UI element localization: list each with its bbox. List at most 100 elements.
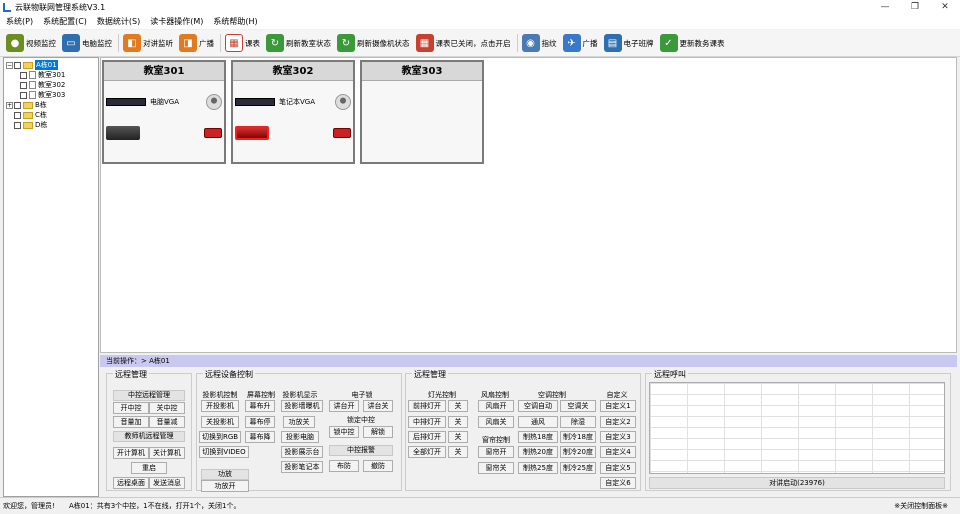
volume-up-button[interactable]: 音量加 xyxy=(113,416,149,428)
curtain-close-button[interactable]: 窗帘关 xyxy=(478,462,514,474)
close-center-button[interactable]: 关中控 xyxy=(149,402,185,414)
screen-stop-button[interactable]: 幕布停 xyxy=(245,416,275,428)
pc-monitor-button[interactable]: ▭ 电脑监控 xyxy=(62,32,112,54)
tree-checkbox[interactable] xyxy=(14,101,21,109)
remote-desktop-button[interactable]: 远程桌面 xyxy=(113,477,149,489)
project-stage-button[interactable]: 投影展示台 xyxy=(281,446,323,458)
intercom-button[interactable]: ◧ 对讲监听 xyxy=(123,32,173,54)
projector-icon[interactable] xyxy=(106,126,140,140)
custom-3-button[interactable]: 自定义3 xyxy=(600,431,636,443)
fan-on-button[interactable]: 风扇开 xyxy=(478,400,514,412)
projection-wall-button[interactable]: 投影墙曝机 xyxy=(281,400,323,412)
controller-icon[interactable] xyxy=(204,128,222,138)
restart-button[interactable]: 重启 xyxy=(131,462,167,474)
room-card-301[interactable]: 教室301 电脑VGA xyxy=(102,60,226,164)
tree-node-building[interactable]: C栋 xyxy=(6,110,96,120)
update-schedule-button[interactable]: ✓ 更新教务课表 xyxy=(659,32,725,54)
tree-checkbox[interactable] xyxy=(20,71,27,79)
video-monitor-button[interactable]: ● 视频监控 xyxy=(6,32,56,54)
tree-node-room[interactable]: 教室301 xyxy=(6,70,96,80)
project-pc-button[interactable]: 投影电脑 xyxy=(281,431,319,443)
menu-system[interactable]: 系统(P) xyxy=(6,16,33,27)
camera-device-icon[interactable] xyxy=(335,94,351,110)
pc-off-button[interactable]: 关计算机 xyxy=(149,447,185,459)
ac-ventilate-button[interactable]: 通风 xyxy=(518,416,558,428)
podium-close-button[interactable]: 讲台关 xyxy=(363,400,393,412)
ac-heat-18-button[interactable]: 制热18度 xyxy=(518,431,558,443)
tree-checkbox[interactable] xyxy=(20,81,27,89)
ac-cool-25-button[interactable]: 制冷25度 xyxy=(560,462,596,474)
custom-6-button[interactable]: 自定义6 xyxy=(600,477,636,489)
middle-light-on-button[interactable]: 中排灯开 xyxy=(408,416,446,428)
room-card-303[interactable]: 教室303 xyxy=(360,60,484,164)
back-light-off-button[interactable]: 关 xyxy=(448,431,468,443)
schedule-button[interactable]: ▦ 课表 xyxy=(225,32,260,54)
tree-node-root[interactable]: − A栋01 xyxy=(6,60,96,70)
tree-node-building[interactable]: D栋 xyxy=(6,120,96,130)
amp-on-button[interactable]: 功放开 xyxy=(201,480,249,492)
lock-center-button[interactable]: 锁中控 xyxy=(329,426,359,438)
projector-icon[interactable] xyxy=(235,126,269,140)
menu-config[interactable]: 系统配置(C) xyxy=(43,16,87,27)
tree-node-room[interactable]: 教室302 xyxy=(6,80,96,90)
disarm-button[interactable]: 撤防 xyxy=(363,460,393,472)
minimize-button[interactable]: — xyxy=(870,0,900,14)
tree-node-building[interactable]: + B栋 xyxy=(6,100,96,110)
switch-video-button[interactable]: 切换到VIDEO xyxy=(199,446,249,458)
screen-up-button[interactable]: 幕布升 xyxy=(245,400,275,412)
room-card-302[interactable]: 教室302 笔记本VGA xyxy=(231,60,355,164)
unlock-button[interactable]: 解锁 xyxy=(363,426,393,438)
send-message-button[interactable]: 发送消息 xyxy=(149,477,185,489)
camera-device-icon[interactable] xyxy=(206,94,222,110)
all-light-on-button[interactable]: 全部灯开 xyxy=(408,446,446,458)
ac-off-button[interactable]: 空调关 xyxy=(560,400,596,412)
back-light-on-button[interactable]: 后排灯开 xyxy=(408,431,446,443)
ac-heat-20-button[interactable]: 制热20度 xyxy=(518,446,558,458)
maximize-button[interactable]: ❐ xyxy=(900,0,930,14)
projector-off-button[interactable]: 关投影机 xyxy=(201,416,239,428)
curtain-open-button[interactable]: 窗帘开 xyxy=(478,446,514,458)
fan-off-button[interactable]: 风扇关 xyxy=(478,416,514,428)
projector-on-button[interactable]: 开投影机 xyxy=(201,400,239,412)
podium-open-button[interactable]: 讲台开 xyxy=(329,400,359,412)
pc-device-icon[interactable] xyxy=(106,98,146,106)
menu-help[interactable]: 系统帮助(H) xyxy=(213,16,257,27)
menu-card-reader[interactable]: 读卡器操作(M) xyxy=(150,16,203,27)
ac-heat-25-button[interactable]: 制热25度 xyxy=(518,462,558,474)
ac-auto-button[interactable]: 空调自动 xyxy=(518,400,558,412)
custom-4-button[interactable]: 自定义4 xyxy=(600,446,636,458)
volume-down-button[interactable]: 音量减 xyxy=(149,416,185,428)
close-panel-button[interactable]: ※关闭控制面板※ xyxy=(894,501,948,511)
open-center-button[interactable]: 开中控 xyxy=(113,402,149,414)
broadcast-button[interactable]: ◨ 广播 xyxy=(179,32,214,54)
collapse-icon[interactable]: − xyxy=(6,61,13,69)
amp-off-button[interactable]: 功放关 xyxy=(283,416,315,428)
tree-node-room[interactable]: 教室303 xyxy=(6,90,96,100)
schedule-toggle-button[interactable]: ▦ 课表已关闭，点击开启 xyxy=(415,32,511,54)
ac-cool-20-button[interactable]: 制冷20度 xyxy=(560,446,596,458)
custom-2-button[interactable]: 自定义2 xyxy=(600,416,636,428)
ac-cool-18-button[interactable]: 制冷18度 xyxy=(560,431,596,443)
close-button[interactable]: ✕ xyxy=(930,0,960,14)
tree-checkbox[interactable] xyxy=(20,91,27,99)
fingerprint-button[interactable]: ◉ 指纹 xyxy=(521,32,557,54)
ac-dehumidify-button[interactable]: 除湿 xyxy=(560,416,596,428)
screen-down-button[interactable]: 幕布降 xyxy=(245,431,275,443)
front-light-off-button[interactable]: 关 xyxy=(448,400,468,412)
tree-checkbox[interactable] xyxy=(14,121,21,129)
all-light-off-button[interactable]: 关 xyxy=(448,446,468,458)
refresh-camera-button[interactable]: ↻ 刷新摄像机状态 xyxy=(337,32,410,54)
tree-checkbox[interactable] xyxy=(14,61,21,69)
antenna-broadcast-button[interactable]: ✈ 广播 xyxy=(562,32,598,54)
middle-light-off-button[interactable]: 关 xyxy=(448,416,468,428)
custom-1-button[interactable]: 自定义1 xyxy=(600,400,636,412)
front-light-on-button[interactable]: 前排灯开 xyxy=(408,400,446,412)
tree-checkbox[interactable] xyxy=(14,111,21,119)
menu-stats[interactable]: 数据统计(S) xyxy=(97,16,140,27)
arm-button[interactable]: 布防 xyxy=(329,460,359,472)
pc-on-button[interactable]: 开计算机 xyxy=(113,447,149,459)
laptop-device-icon[interactable] xyxy=(235,98,275,106)
expand-icon[interactable]: + xyxy=(6,101,13,109)
custom-5-button[interactable]: 自定义5 xyxy=(600,462,636,474)
eboard-button[interactable]: ▤ 电子班牌 xyxy=(603,32,654,54)
